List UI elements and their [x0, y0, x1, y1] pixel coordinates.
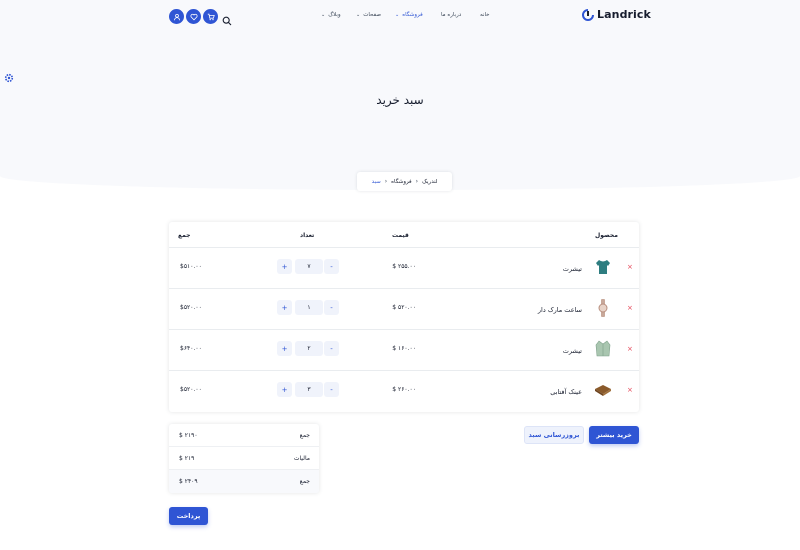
nav-item-blog[interactable]: ⌄ وبلاگ [321, 12, 341, 18]
cart-table [169, 222, 639, 412]
breadcrumb-current: سبد [371, 178, 381, 185]
remove-item-button[interactable]: × [627, 263, 633, 271]
quantity-input[interactable]: ۱ [295, 300, 323, 315]
gear-icon [4, 73, 14, 83]
remove-item-button[interactable]: × [627, 304, 633, 312]
wishlist-button[interactable] [186, 9, 201, 24]
heart-icon [189, 13, 198, 20]
column-header-price: قیمت [392, 232, 409, 239]
wallet-icon [595, 385, 611, 396]
landrick-logo-icon [582, 8, 594, 21]
product-name[interactable]: تیشرت [563, 347, 582, 355]
summary-value: $ ۲۱۹۰ [179, 432, 198, 439]
chevron-left-icon: ‹ [415, 178, 419, 185]
product-price: $ ۵۲۰.۰۰ [392, 304, 416, 311]
row-total: $۵۲۰.۰۰ [180, 386, 202, 393]
product-image [591, 296, 615, 320]
quantity-input[interactable]: ۲ [295, 341, 323, 356]
summary-label: جمع [299, 432, 310, 439]
table-divider [169, 370, 639, 371]
breadcrumb-shop[interactable]: فروشگاه [391, 179, 412, 185]
top-navbar: Landrick خانه درباره ما ⌄ فروشگاه ⌄ صفحات … [0, 0, 800, 34]
column-header-product: محصول [595, 232, 618, 239]
row-total: $۵۲۰.۰۰ [180, 304, 202, 311]
nav-item-home[interactable]: خانه [480, 12, 490, 18]
summary-label: مالیات [293, 455, 310, 462]
summary-row-subtotal: جمع $ ۲۱۹۰ [169, 424, 319, 447]
chevron-down-icon: ⌄ [395, 12, 400, 18]
breadcrumb-home[interactable]: لندریک [422, 179, 437, 185]
summary-label: جمع [299, 478, 310, 485]
product-image [591, 255, 615, 279]
increase-quantity-button[interactable]: + [277, 382, 292, 397]
row-total: $۶۴۰.۰۰ [180, 345, 202, 352]
search-icon [222, 16, 232, 26]
column-header-quantity: تعداد [300, 232, 315, 239]
product-name[interactable]: ساعت مارک دار [538, 306, 582, 314]
tshirt-icon [596, 260, 610, 274]
page-title: سبد خرید [376, 93, 424, 107]
decrease-quantity-button[interactable]: - [324, 341, 339, 356]
product-price: $ ۲۵۵.۰۰ [392, 263, 416, 270]
chevron-down-icon: ⌄ [321, 12, 326, 18]
product-price: $ ۲۶۰.۰۰ [392, 386, 416, 393]
decrease-quantity-button[interactable]: - [324, 259, 339, 274]
nav-item-shop-label: فروشگاه [402, 12, 423, 18]
row-total: $۵۱۰.۰۰ [180, 263, 202, 270]
shop-more-button[interactable]: خرید بیشتر [589, 426, 639, 444]
cart-button[interactable] [203, 9, 218, 24]
product-image [591, 337, 615, 361]
nav-item-blog-label: وبلاگ [328, 12, 341, 18]
chevron-left-icon: ‹ [384, 178, 388, 185]
settings-toggle[interactable] [4, 68, 14, 83]
increase-quantity-button[interactable]: + [277, 300, 292, 315]
nav-item-about[interactable]: درباره ما [441, 12, 461, 18]
summary-value: $ ۲۴۰۹ [179, 478, 198, 485]
checkout-button[interactable]: پرداخت [169, 507, 208, 525]
watch-icon [598, 299, 608, 317]
remove-item-button[interactable]: × [627, 345, 633, 353]
increase-quantity-button[interactable]: + [277, 341, 292, 356]
nav-item-pages-label: صفحات [363, 12, 382, 18]
account-button[interactable] [169, 9, 184, 24]
breadcrumb: لندریک ‹ فروشگاه ‹ سبد [357, 172, 452, 191]
product-name[interactable]: تیشرت [563, 265, 582, 273]
shirt-icon [595, 340, 611, 357]
product-name[interactable]: عینک آفتابی [550, 388, 582, 396]
search-button[interactable] [222, 11, 232, 26]
decrease-quantity-button[interactable]: - [324, 300, 339, 315]
decrease-quantity-button[interactable]: - [324, 382, 339, 397]
nav-item-pages[interactable]: ⌄ صفحات [356, 12, 381, 18]
column-header-total: جمع [178, 232, 191, 239]
quantity-input[interactable]: ۷ [295, 259, 323, 274]
quantity-input[interactable]: ۳ [295, 382, 323, 397]
chevron-down-icon: ⌄ [356, 12, 361, 18]
remove-item-button[interactable]: × [627, 386, 633, 394]
user-icon [173, 13, 180, 20]
product-image [591, 378, 615, 402]
nav-item-shop[interactable]: ⌄ فروشگاه [395, 12, 423, 18]
table-divider [169, 288, 639, 289]
order-summary: جمع $ ۲۱۹۰ مالیات $ ۲۱۹ جمع $ ۲۴۰۹ [169, 424, 319, 493]
table-divider [169, 247, 639, 248]
product-price: $ ۱۶۰.۰۰ [392, 345, 416, 352]
increase-quantity-button[interactable]: + [277, 259, 292, 274]
cart-icon [207, 13, 215, 20]
update-cart-button[interactable]: بروزرسانی سبد [524, 426, 584, 444]
brand-logo[interactable]: Landrick [582, 8, 651, 21]
brand-name: Landrick [597, 8, 651, 21]
table-divider [169, 329, 639, 330]
summary-row-tax: مالیات $ ۲۱۹ [169, 447, 319, 470]
summary-value: $ ۲۱۹ [179, 455, 195, 462]
summary-row-total: جمع $ ۲۴۰۹ [169, 470, 319, 493]
